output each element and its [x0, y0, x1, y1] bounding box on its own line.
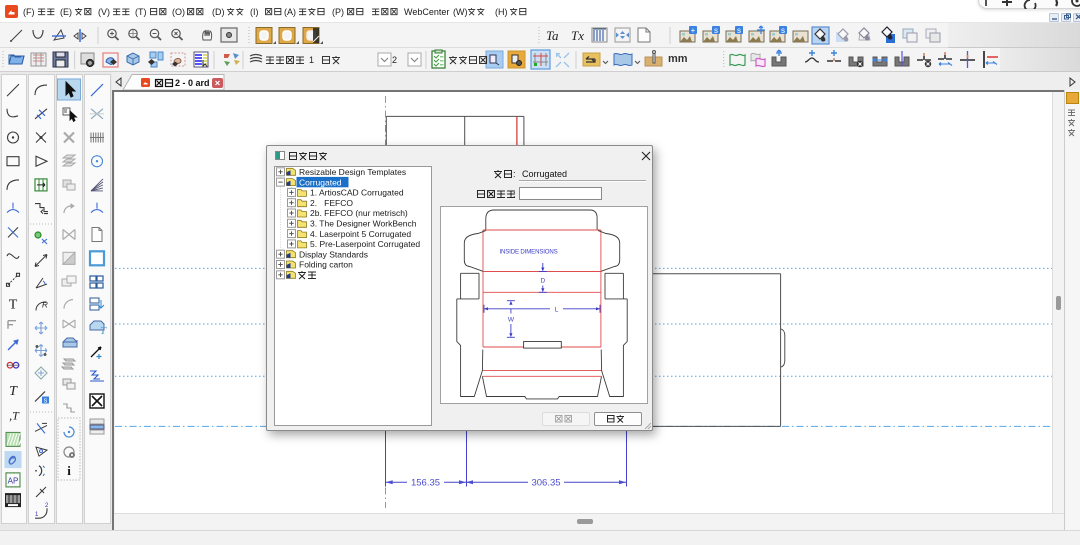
svg-text:Folding carton: Folding carton: [299, 260, 353, 270]
svg-text:5. Pre-Laserpoint Corrugated: 5. Pre-Laserpoint Corrugated: [310, 239, 420, 249]
svg-text:4. Laserpoint 5 Corrugated: 4. Laserpoint 5 Corrugated: [310, 229, 411, 239]
svg-text:Resizable Design Templates: Resizable Design Templates: [299, 167, 406, 177]
svg-text:Corrugated: Corrugated: [299, 177, 342, 187]
svg-text:L: L: [555, 306, 559, 313]
svg-text:2. FEFCO: 2. FEFCO: [310, 198, 353, 208]
svg-text:Display Standards: Display Standards: [299, 249, 368, 259]
svg-text:INSIDE DIMENSIONS: INSIDE DIMENSIONS: [499, 249, 557, 256]
svg-text:2b. FEFCO (nur metrisch): 2b. FEFCO (nur metrisch): [310, 208, 408, 218]
svg-text:1. ArtiosCAD Corrugated: 1. ArtiosCAD Corrugated: [310, 188, 404, 198]
svg-text:3. The Designer WorkBench: 3. The Designer WorkBench: [310, 219, 417, 229]
svg-text:W: W: [508, 317, 515, 324]
svg-text:D: D: [540, 278, 545, 285]
